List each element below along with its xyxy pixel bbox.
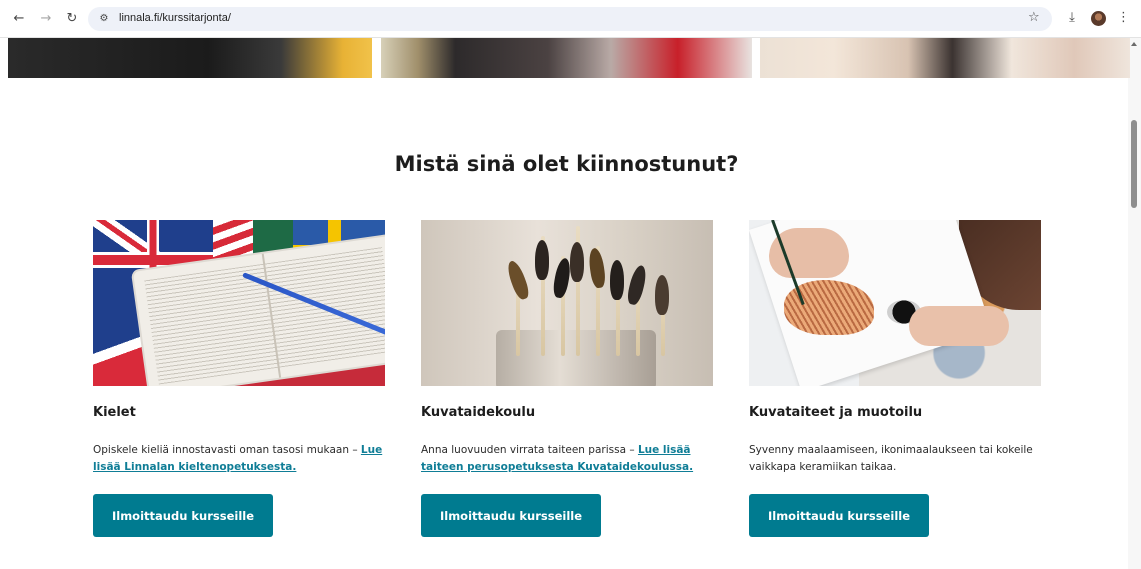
scroll-up-icon[interactable] — [1131, 42, 1137, 46]
enroll-button[interactable]: Ilmoittaudu kursseille — [93, 494, 273, 537]
vertical-scrollbar[interactable] — [1128, 38, 1141, 569]
course-card-kuvataidekoulu: Kuvataidekoulu Anna luovuuden virrata ta… — [421, 220, 713, 537]
site-settings-icon[interactable]: ⚙ — [98, 13, 110, 25]
star-icon[interactable]: ☆ — [1028, 10, 1040, 25]
enroll-button[interactable]: Ilmoittaudu kursseille — [749, 494, 929, 537]
card-description: Anna luovuuden virrata taiteen parissa –… — [421, 442, 713, 476]
card-description: Opiskele kieliä innostavasti oman tasosi… — [93, 442, 385, 476]
card-description: Syvenny maalaamiseen, ikonimaalaukseen t… — [749, 442, 1041, 476]
avatar[interactable] — [1091, 11, 1106, 26]
card-image-languages — [93, 220, 385, 386]
forward-icon[interactable]: → — [37, 10, 55, 28]
hero-image-performance — [381, 38, 752, 78]
more-vertical-icon[interactable]: ⋮ — [1117, 10, 1130, 25]
enroll-button[interactable]: Ilmoittaudu kursseille — [421, 494, 601, 537]
card-description-text: Syvenny maalaamiseen, ikonimaalaukseen t… — [749, 444, 1033, 473]
course-card-kielet: Kielet Opiskele kieliä innostavasti oman… — [93, 220, 385, 537]
address-bar[interactable]: ⚙ linnala.fi/kurssitarjonta/ ☆ — [88, 7, 1052, 31]
card-description-text: Anna luovuuden virrata taiteen parissa – — [421, 444, 638, 456]
hero-image-craft — [760, 38, 1130, 78]
reload-icon[interactable]: ↻ — [63, 10, 81, 28]
card-image-brushes — [421, 220, 713, 386]
section-title: Mistä sinä olet kiinnostunut? — [394, 152, 739, 176]
card-title: Kuvataidekoulu — [421, 405, 536, 420]
card-image-painting — [749, 220, 1041, 386]
card-title: Kielet — [93, 405, 136, 420]
course-card-kuvataiteet: Kuvataiteet ja muotoilu Syvenny maalaami… — [749, 220, 1041, 537]
url-text[interactable]: linnala.fi/kurssitarjonta/ — [119, 12, 231, 24]
card-description-text: Opiskele kieliä innostavasti oman tasosi… — [93, 444, 361, 456]
download-icon[interactable]: ⤓ — [1064, 10, 1080, 25]
hero-image-people — [8, 38, 372, 78]
back-icon[interactable]: ← — [10, 10, 28, 28]
card-title: Kuvataiteet ja muotoilu — [749, 405, 923, 420]
browser-toolbar: ← → ↻ ⚙ linnala.fi/kurssitarjonta/ ☆ ⤓ ⋮ — [0, 0, 1141, 38]
